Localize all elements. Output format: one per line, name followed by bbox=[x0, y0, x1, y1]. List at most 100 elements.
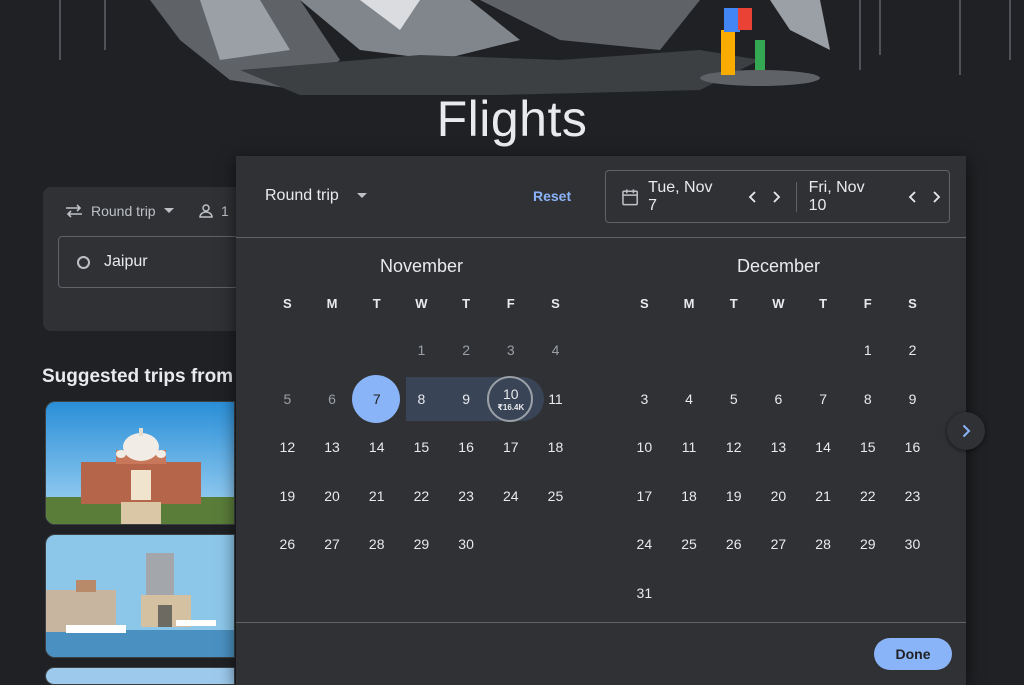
day-number: 22 bbox=[859, 487, 876, 504]
calendar-day[interactable]: 2 bbox=[444, 326, 489, 375]
calendar-day[interactable]: 21 bbox=[801, 472, 846, 521]
calendar-day[interactable]: 22 bbox=[845, 472, 890, 521]
calendar-day[interactable]: 15 bbox=[845, 423, 890, 472]
calendar-day[interactable]: 17 bbox=[622, 472, 667, 521]
calendar-day[interactable]: 14 bbox=[354, 423, 399, 472]
trip-type-select[interactable]: Round trip bbox=[65, 203, 174, 219]
calendar-day[interactable]: 26 bbox=[265, 520, 310, 569]
calendar-day[interactable]: 3 bbox=[488, 326, 533, 375]
calendar-empty-cell bbox=[711, 326, 756, 375]
calendar-day[interactable]: 29 bbox=[399, 520, 444, 569]
passenger-select[interactable]: 1 bbox=[199, 203, 229, 219]
depart-date-text: Tue, Nov 7 bbox=[648, 178, 713, 214]
trip-card[interactable] bbox=[45, 667, 235, 685]
calendar-day[interactable]: 4 bbox=[533, 326, 578, 375]
calendar-day[interactable]: 8 bbox=[399, 375, 444, 424]
calendar-day[interactable]: 26 bbox=[711, 520, 756, 569]
calendar-day[interactable]: 6 bbox=[756, 375, 801, 424]
calendar-day[interactable]: 16 bbox=[890, 423, 935, 472]
calendar-day[interactable]: 11 bbox=[667, 423, 712, 472]
calendar-day[interactable]: 13 bbox=[310, 423, 355, 472]
calendar-day[interactable]: 28 bbox=[354, 520, 399, 569]
calendar-day[interactable]: 24 bbox=[488, 472, 533, 521]
calendar-day[interactable]: 21 bbox=[354, 472, 399, 521]
calendar-day[interactable]: 11 bbox=[533, 375, 578, 424]
calendar-week: 5 6 7 8 9 10 ₹16.4K 11 bbox=[265, 374, 578, 424]
calendar-day[interactable]: 19 bbox=[711, 472, 756, 521]
dialog-footer: Done bbox=[236, 622, 966, 685]
calendar-day[interactable]: 31 bbox=[622, 569, 667, 618]
return-prev-button[interactable] bbox=[899, 184, 924, 210]
next-month-button[interactable] bbox=[947, 412, 985, 450]
calendar-day[interactable]: 15 bbox=[399, 423, 444, 472]
calendar-day[interactable]: 12 bbox=[265, 423, 310, 472]
calendar-day[interactable]: 1 bbox=[399, 326, 444, 375]
calendar-day[interactable]: 23 bbox=[890, 472, 935, 521]
calendar-day[interactable]: 5 bbox=[265, 375, 310, 424]
done-button[interactable]: Done bbox=[874, 638, 952, 670]
day-number: 18 bbox=[547, 439, 564, 456]
trip-card[interactable] bbox=[45, 401, 235, 525]
weekday-header: SMTWTFS bbox=[622, 296, 935, 316]
calendar-day-selected-end[interactable]: 10 ₹16.4K bbox=[487, 375, 534, 424]
calendar-day[interactable]: 8 bbox=[845, 375, 890, 424]
day-number: 29 bbox=[859, 536, 876, 553]
depart-date-field[interactable]: Tue, Nov 7 bbox=[606, 171, 722, 222]
day-number: 16 bbox=[458, 439, 474, 456]
calendar-day[interactable]: 12 bbox=[711, 423, 756, 472]
day-number: 10 bbox=[636, 439, 653, 456]
calendar-day[interactable]: 4 bbox=[667, 375, 712, 424]
dialog-trip-type-select[interactable]: Round trip bbox=[265, 187, 367, 205]
calendar-day[interactable]: 13 bbox=[756, 423, 801, 472]
calendar-day[interactable]: 7 bbox=[801, 375, 846, 424]
calendar-day[interactable]: 18 bbox=[533, 423, 578, 472]
calendar-day[interactable]: 9 bbox=[444, 375, 489, 424]
day-number: 8 bbox=[863, 390, 872, 407]
calendar-day[interactable]: 27 bbox=[756, 520, 801, 569]
calendar-day[interactable]: 20 bbox=[310, 472, 355, 521]
calendar-day[interactable]: 1 bbox=[845, 326, 890, 375]
calendar-day[interactable]: 28 bbox=[801, 520, 846, 569]
day-number: 14 bbox=[815, 439, 831, 456]
calendar-day[interactable]: 2 bbox=[890, 326, 935, 375]
depart-prev-button[interactable] bbox=[740, 184, 765, 210]
day-number: 1 bbox=[417, 342, 426, 359]
calendar-day[interactable]: 25 bbox=[533, 472, 578, 521]
reset-button[interactable]: Reset bbox=[533, 188, 571, 204]
return-next-button[interactable] bbox=[924, 184, 949, 210]
weekday-label: T bbox=[819, 296, 828, 311]
day-number: 18 bbox=[681, 487, 697, 504]
calendar-day[interactable]: 16 bbox=[444, 423, 489, 472]
day-number: 11 bbox=[548, 390, 563, 407]
calendar-day[interactable]: 19 bbox=[265, 472, 310, 521]
calendar-day-selected-start[interactable]: 7 bbox=[352, 374, 401, 424]
weekday-label: S bbox=[283, 296, 292, 311]
calendar-day[interactable]: 17 bbox=[488, 423, 533, 472]
calendar-empty-cell bbox=[711, 569, 756, 618]
return-date-field[interactable]: Fri, Nov 10 bbox=[809, 171, 884, 222]
day-number: 23 bbox=[904, 487, 921, 504]
calendar-day[interactable]: 20 bbox=[756, 472, 801, 521]
day-grid: 1 2 3 4 5 6 7 8 9 10 11 12 13 14 15 16 17 18 19 20 21 22 23 24 2… bbox=[622, 326, 935, 617]
trip-card[interactable] bbox=[45, 534, 235, 658]
calendar-day[interactable]: 14 bbox=[801, 423, 846, 472]
calendar-month: November SMTWTFS 1 2 3 4 5 6 7 8 9 10 ₹16.4K 11 12 13… bbox=[265, 256, 578, 569]
calendar-day[interactable]: 3 bbox=[622, 375, 667, 424]
depart-next-button[interactable] bbox=[765, 184, 790, 210]
calendar-day[interactable]: 29 bbox=[845, 520, 890, 569]
calendar-day[interactable]: 25 bbox=[667, 520, 712, 569]
calendar-day[interactable]: 30 bbox=[890, 520, 935, 569]
calendar-day[interactable]: 30 bbox=[444, 520, 489, 569]
calendar-day[interactable]: 22 bbox=[399, 472, 444, 521]
day-grid: 1 2 3 4 5 6 7 8 9 10 ₹16.4K 11 12 13 14 15 16 17 18 19 20 21 2… bbox=[265, 326, 578, 569]
calendar-day[interactable]: 27 bbox=[310, 520, 355, 569]
day-number: 20 bbox=[770, 487, 787, 504]
calendar-day[interactable]: 10 bbox=[622, 423, 667, 472]
calendar-day[interactable]: 9 bbox=[890, 375, 935, 424]
calendar-day[interactable]: 24 bbox=[622, 520, 667, 569]
calendar-day[interactable]: 23 bbox=[444, 472, 489, 521]
calendar-day[interactable]: 18 bbox=[667, 472, 712, 521]
calendar-empty-cell bbox=[801, 326, 846, 375]
calendar-day[interactable]: 6 bbox=[310, 375, 355, 424]
calendar-day[interactable]: 5 bbox=[711, 375, 756, 424]
